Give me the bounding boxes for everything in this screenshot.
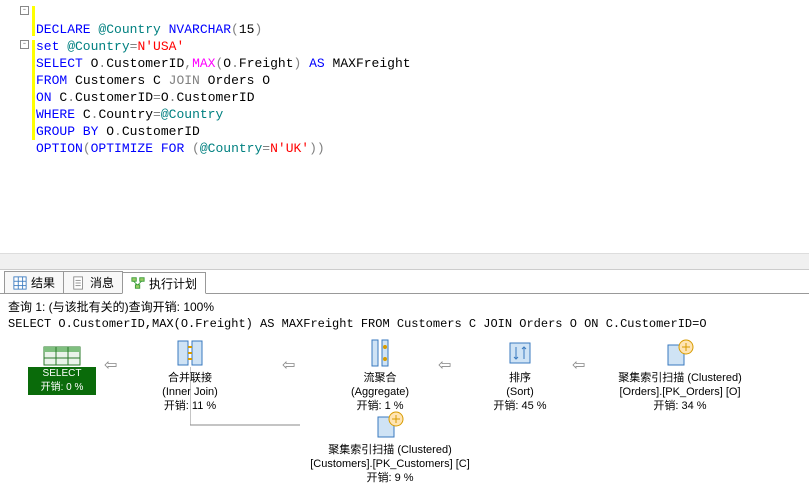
node-object: [Customers].[PK_Customers] [C] (290, 457, 490, 471)
tab-results[interactable]: 结果 (4, 271, 64, 293)
merge-join-icon (174, 337, 206, 369)
grid-icon (13, 276, 27, 290)
arrow-icon: ⇦ (572, 355, 585, 375)
plan-canvas[interactable]: SELECT 开销: 0 % ⇦ 合并联接 (Inner Join) 开销: 1… (0, 337, 809, 477)
results-tabs-bar: 结果 消息 执行计划 (0, 270, 809, 294)
tab-plan-label: 执行计划 (149, 275, 197, 292)
code-area[interactable]: DECLARE @Country NVARCHAR(15) set @Count… (36, 4, 411, 174)
index-scan-icon (374, 409, 406, 441)
plan-node-clustered-scan-orders[interactable]: 聚集索引扫描 (Clustered) [Orders].[PK_Orders] … (590, 337, 770, 413)
plan-query-header: 查询 1: (与该批有关的)查询开销: 100% (0, 294, 809, 317)
editor-horizontal-scrollbar[interactable] (0, 253, 809, 269)
node-cost: 开销: 9 % (290, 471, 490, 485)
arrow-icon: ⇦ (104, 355, 117, 375)
plan-node-sort[interactable]: 排序 (Sort) 开销: 45 % (450, 337, 590, 413)
node-cost: 开销: 34 % (590, 399, 770, 413)
node-label: 聚集索引扫描 (328, 444, 394, 456)
fold-toggle-2[interactable]: - (20, 40, 29, 49)
select-label: SELECT (28, 367, 96, 381)
select-cost: 开销: 0 % (28, 381, 96, 395)
tab-messages-label: 消息 (90, 274, 114, 291)
node-label: 排序 (450, 371, 590, 385)
fold-toggle-1[interactable]: - (20, 6, 29, 15)
node-label: 流聚合 (310, 371, 450, 385)
plan-node-clustered-scan-customers[interactable]: 聚集索引扫描 (Clustered) [Customers].[PK_Custo… (290, 409, 490, 485)
editor-gutter: - - (20, 0, 36, 270)
table-result-icon (42, 345, 82, 367)
plan-node-stream-aggregate[interactable]: 流聚合 (Aggregate) 开销: 1 % (310, 337, 450, 413)
sort-icon (504, 337, 536, 369)
aggregate-icon (364, 337, 396, 369)
tab-results-label: 结果 (31, 274, 55, 291)
tab-messages[interactable]: 消息 (63, 271, 123, 293)
plan-connector (190, 367, 310, 437)
tab-execution-plan[interactable]: 执行计划 (122, 272, 206, 294)
node-subtype: (Clustered) (397, 444, 451, 456)
kw-declare: DECLARE (36, 22, 91, 37)
plan-node-select[interactable]: SELECT 开销: 0 % (28, 345, 96, 395)
node-subtype: (Sort) (450, 385, 590, 399)
document-icon (72, 276, 86, 290)
sql-editor-pane: - - DECLARE @Country NVARCHAR(15) set @C… (0, 0, 809, 270)
plan-icon (131, 276, 145, 290)
plan-query-sql: SELECT O.CustomerID,MAX(O.Freight) AS MA… (0, 317, 809, 337)
change-bar-1 (32, 6, 35, 36)
node-object: [Orders].[PK_Orders] [O] (590, 385, 770, 399)
node-subtype: (Clustered) (687, 372, 741, 384)
node-subtype: (Aggregate) (310, 385, 450, 399)
node-label: 聚集索引扫描 (618, 372, 684, 384)
scrollbar-thumb[interactable] (0, 254, 420, 268)
execution-plan-pane: 查询 1: (与该批有关的)查询开销: 100% SELECT O.Custom… (0, 294, 809, 500)
index-scan-icon (664, 337, 696, 369)
change-bar-2 (32, 40, 35, 140)
